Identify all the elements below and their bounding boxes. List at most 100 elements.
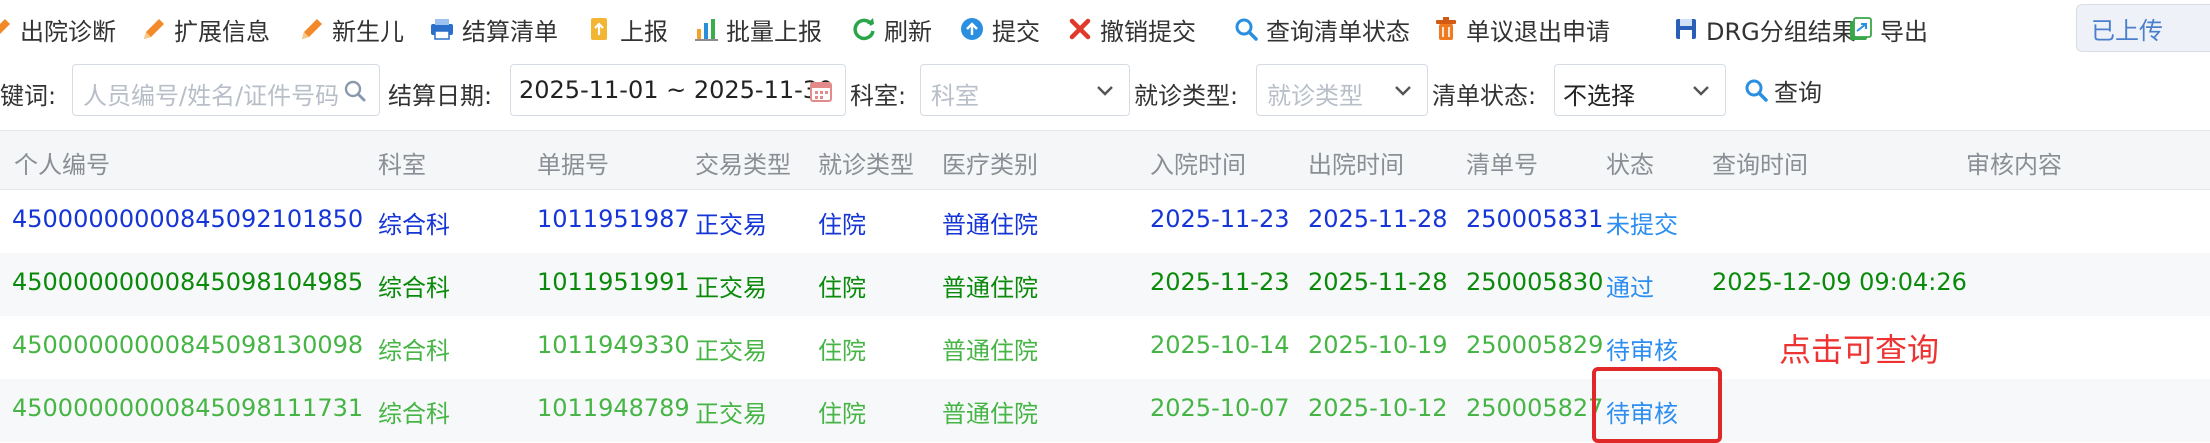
list-status-label: 清单状态:: [1432, 82, 1537, 110]
column-header[interactable]: 个人编号: [14, 145, 110, 180]
keyword-label: 键词:: [0, 82, 57, 110]
cell-list-no: 250005829: [1466, 331, 1604, 359]
cell-list-no: 250005831: [1466, 205, 1604, 233]
cell-admission-date: 2025-10-07: [1150, 394, 1290, 422]
uploaded-tab[interactable]: 已上传: [2076, 4, 2210, 52]
cell-document-no: 1011951991: [537, 268, 690, 296]
keyword-placeholder: 人员编号/姓名/证件号码: [83, 82, 340, 110]
cell-status-link[interactable]: 待审核: [1606, 331, 1678, 366]
discharge-diagnosis-button[interactable]: 出院诊断: [0, 9, 116, 49]
table-row[interactable]: 45000000000845092101850434 综合科 101195198…: [0, 190, 2210, 253]
export-icon: [1846, 15, 1874, 43]
cell-visit-type: 住院: [818, 274, 866, 302]
cell-admission-date: 2025-10-14: [1150, 331, 1290, 359]
settlement-list-button[interactable]: 结算清单: [428, 9, 558, 49]
pencil-icon: [140, 15, 168, 43]
visit-type-label: 就诊类型:: [1134, 82, 1239, 110]
cell-discharge-date: 2025-11-28: [1308, 268, 1448, 296]
cell-person-id: 45000000000845098130098510: [12, 331, 364, 359]
cell-status-link[interactable]: 未提交: [1606, 205, 1678, 240]
query-list-status-button[interactable]: 查询清单状态: [1232, 9, 1410, 49]
printer-icon: [428, 15, 456, 43]
filter-bar: 键词: 人员编号/姓名/证件号码 结算日期: 2025-11-01 ~ 2025…: [0, 58, 2210, 130]
report-button[interactable]: 上报: [586, 9, 668, 49]
cell-admission-date: 2025-11-23: [1150, 268, 1290, 296]
submit-button[interactable]: 提交: [958, 9, 1040, 49]
department-label: 科室:: [850, 82, 907, 110]
search-icon[interactable]: [341, 77, 369, 105]
cell-department: 综合科: [378, 211, 450, 239]
extended-info-button[interactable]: 扩展信息: [140, 9, 270, 49]
pencil-icon: [298, 15, 326, 43]
cell-medical-category: 普通住院: [942, 211, 1038, 239]
column-header[interactable]: 就诊类型: [818, 145, 914, 180]
query-button[interactable]: 查询: [1742, 70, 1822, 110]
arrow-up-circle-icon: [958, 15, 986, 43]
toolbar: 出院诊断 扩展信息 新生儿 结算清单 上报 批量上报 刷新 提交 撤销提交 查询…: [0, 0, 2210, 58]
export-button[interactable]: 导出: [1846, 9, 1928, 49]
column-header[interactable]: 出院时间: [1308, 145, 1404, 180]
cell-medical-category: 普通住院: [942, 400, 1038, 428]
trash-icon: [1432, 15, 1460, 43]
calendar-icon[interactable]: [807, 77, 835, 105]
cell-person-id: 45000000000845098111731516: [12, 394, 364, 422]
pencil-icon: [0, 15, 14, 43]
cell-person-id: 45000000000845098104985484: [12, 268, 364, 296]
cell-visit-type: 住院: [818, 400, 866, 428]
search-icon: [1742, 76, 1770, 104]
revoke-submit-button[interactable]: 撤销提交: [1066, 9, 1196, 49]
cell-document-no: 1011951987: [537, 205, 690, 233]
cell-document-no: 1011948789: [537, 394, 690, 422]
refresh-icon: [850, 15, 878, 43]
upload-document-icon: [586, 15, 614, 43]
x-icon: [1066, 15, 1094, 43]
column-header[interactable]: 医疗类别: [942, 145, 1038, 180]
batch-report-button[interactable]: 批量上报: [692, 9, 822, 49]
column-header[interactable]: 交易类型: [695, 145, 791, 180]
table-header: 个人编号 科室 单据号 交易类型 就诊类型 医疗类别 入院时间 出院时间 清单号…: [0, 130, 2210, 190]
annotation-highlight-box: [1592, 367, 1722, 443]
cell-medical-category: 普通住院: [942, 337, 1038, 365]
cell-department: 综合科: [378, 400, 450, 428]
visit-type-select[interactable]: 就诊类型: [1256, 64, 1428, 116]
column-header[interactable]: 状态: [1606, 145, 1654, 180]
annotation-callout: 点击可查询: [1779, 331, 1940, 369]
keyword-input[interactable]: 人员编号/姓名/证件号码: [72, 64, 380, 116]
column-header[interactable]: 查询时间: [1712, 145, 1808, 180]
column-header[interactable]: 审核内容: [1966, 145, 2062, 180]
column-header[interactable]: 入院时间: [1150, 145, 1246, 180]
cell-trade-type: 正交易: [695, 274, 767, 302]
cell-department: 综合科: [378, 337, 450, 365]
list-status-select[interactable]: 不选择: [1554, 64, 1726, 116]
cell-medical-category: 普通住院: [942, 274, 1038, 302]
column-header[interactable]: 清单号: [1466, 145, 1538, 180]
cell-document-no: 1011949330: [537, 331, 690, 359]
newborn-button[interactable]: 新生儿: [298, 9, 404, 49]
cell-trade-type: 正交易: [695, 337, 767, 365]
cell-status-link[interactable]: 通过: [1606, 268, 1654, 303]
chevron-down-icon: [1091, 77, 1119, 105]
department-select[interactable]: 科室: [920, 64, 1130, 116]
chevron-down-icon: [1389, 77, 1417, 105]
refresh-button[interactable]: 刷新: [850, 9, 932, 49]
column-header[interactable]: 单据号: [537, 145, 609, 180]
cell-discharge-date: 2025-10-19: [1308, 331, 1448, 359]
cell-department: 综合科: [378, 274, 450, 302]
exit-application-button[interactable]: 单议退出申请: [1432, 9, 1610, 49]
table-row[interactable]: 45000000000845098104985484 综合科 101195199…: [0, 253, 2210, 316]
cell-query-time: 2025-12-09 09:04:26: [1712, 268, 1967, 296]
list-status-value: 不选择: [1563, 82, 1635, 110]
cell-list-no: 250005830: [1466, 268, 1604, 296]
drg-group-result-button[interactable]: DRG分组结果: [1672, 9, 1856, 49]
cell-discharge-date: 2025-11-28: [1308, 205, 1448, 233]
bar-chart-icon: [692, 15, 720, 43]
table-row[interactable]: 45000000000845098111731516 综合科 101194878…: [0, 379, 2210, 442]
visit-type-placeholder: 就诊类型: [1267, 82, 1363, 110]
cell-admission-date: 2025-11-23: [1150, 205, 1290, 233]
cell-list-no: 250005827: [1466, 394, 1604, 422]
column-header[interactable]: 科室: [378, 145, 426, 180]
chevron-down-icon: [1687, 77, 1715, 105]
cell-trade-type: 正交易: [695, 211, 767, 239]
settlement-date-input[interactable]: 2025-11-01 ~ 2025-11-30: [510, 64, 846, 116]
search-icon: [1232, 15, 1260, 43]
